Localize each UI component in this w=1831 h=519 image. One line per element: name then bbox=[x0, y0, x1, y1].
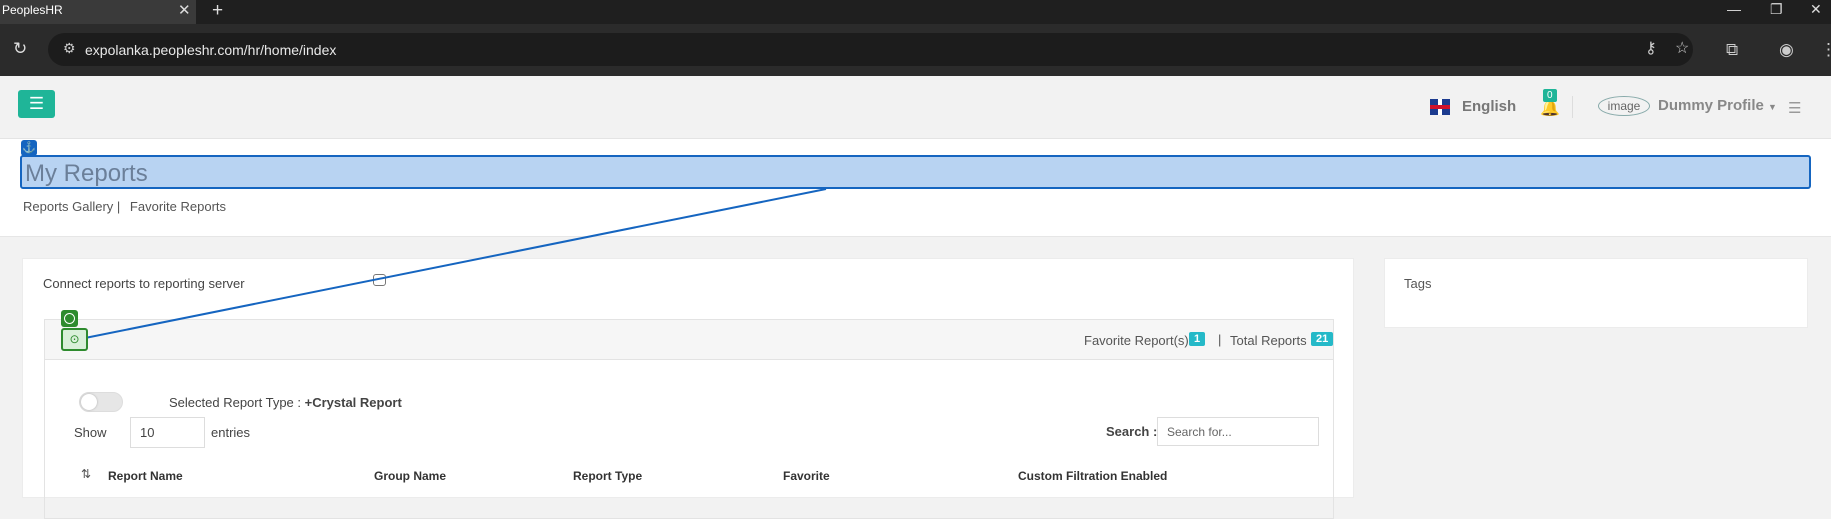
column-report-name[interactable]: Report Name bbox=[108, 469, 183, 483]
account-icon[interactable]: ◉ bbox=[1779, 40, 1794, 60]
menu-toggle-button[interactable]: ☰ bbox=[18, 90, 55, 118]
column-group-name[interactable]: Group Name bbox=[374, 469, 446, 483]
selected-title-box: My Reports bbox=[20, 155, 1811, 189]
close-window-icon[interactable]: ✕ bbox=[1810, 1, 1822, 18]
reload-icon[interactable]: ↻ bbox=[13, 39, 27, 59]
bookmark-star-icon[interactable]: ☆ bbox=[1675, 38, 1689, 58]
column-report-type[interactable]: Report Type bbox=[573, 469, 642, 483]
total-count-badge: 21 bbox=[1311, 332, 1334, 346]
tags-panel: Tags bbox=[1384, 258, 1808, 328]
browser-tab-bar: PeoplesHR ✕ + — ❐ ✕ bbox=[0, 0, 1831, 24]
selected-type-value: +Crystal Report bbox=[304, 395, 402, 410]
breadcrumb: Reports Gallery | Favorite Reports bbox=[23, 199, 232, 214]
new-tab-icon[interactable]: + bbox=[212, 0, 223, 22]
entries-label: entries bbox=[211, 425, 251, 440]
element-picker-icon: ⊙ bbox=[61, 328, 88, 351]
search-input[interactable] bbox=[1157, 417, 1319, 446]
search-label: Search : bbox=[1106, 424, 1158, 439]
password-key-icon[interactable]: ⚷ bbox=[1645, 38, 1657, 58]
summary-separator: | bbox=[1218, 332, 1222, 347]
title-area: ⚓ My Reports Reports Gallery | Favorite … bbox=[0, 139, 1831, 237]
avatar[interactable]: image bbox=[1598, 96, 1650, 116]
profile-name: Dummy Profile bbox=[1658, 97, 1764, 114]
header-divider bbox=[1572, 96, 1573, 118]
page-title: My Reports bbox=[25, 160, 148, 187]
breadcrumb-favorite-reports[interactable]: Favorite Reports bbox=[130, 199, 226, 214]
reports-table-box: Favorite Report(s) 1 | Total Reports 21 … bbox=[44, 319, 1334, 519]
selected-type-label: Selected Report Type : bbox=[169, 395, 305, 410]
selected-report-type: Selected Report Type : +Crystal Report bbox=[169, 395, 402, 410]
reports-summary-bar: Favorite Report(s) 1 | Total Reports 21 bbox=[45, 320, 1334, 360]
target-marker-icon bbox=[61, 310, 78, 327]
uk-flag-icon bbox=[1430, 99, 1450, 115]
connect-server-label: Connect reports to reporting server bbox=[43, 276, 245, 291]
connect-server-checkbox[interactable] bbox=[373, 274, 386, 286]
total-reports-label: Total Reports bbox=[1230, 333, 1307, 348]
site-info-icon[interactable]: ⚙ bbox=[63, 40, 76, 57]
favorite-count-badge: 1 bbox=[1189, 332, 1206, 346]
minimize-icon[interactable]: — bbox=[1727, 1, 1741, 17]
browser-tab[interactable]: PeoplesHR ✕ bbox=[0, 0, 196, 24]
favorite-reports-label: Favorite Report(s) bbox=[1084, 333, 1189, 348]
tags-label: Tags bbox=[1404, 276, 1432, 291]
column-custom-filtration[interactable]: Custom Filtration Enabled bbox=[1018, 469, 1167, 483]
omnibox[interactable]: ⚙ expolanka.peopleshr.com/hr/home/index … bbox=[48, 33, 1693, 66]
browser-address-bar: ↻ ⚙ expolanka.peopleshr.com/hr/home/inde… bbox=[0, 24, 1831, 76]
extensions-icon[interactable]: ⧉ bbox=[1726, 40, 1738, 60]
anchor-icon: ⚓ bbox=[21, 140, 37, 156]
chrome-menu-icon[interactable]: ⋮ bbox=[1820, 40, 1831, 60]
language-selector[interactable]: English bbox=[1462, 98, 1516, 115]
column-favorite[interactable]: Favorite bbox=[783, 469, 830, 483]
notification-badge: 0 bbox=[1543, 89, 1557, 102]
entries-select[interactable] bbox=[130, 417, 205, 448]
app-header: ☰ English 🔔 0 image Dummy Profile ▼ ☰ bbox=[0, 76, 1831, 139]
restore-icon[interactable]: ❐ bbox=[1770, 1, 1783, 18]
breadcrumb-reports-gallery[interactable]: Reports Gallery | bbox=[23, 199, 120, 214]
caret-down-icon: ▼ bbox=[1768, 102, 1777, 112]
show-label: Show bbox=[74, 425, 107, 440]
report-type-toggle[interactable] bbox=[79, 392, 123, 412]
reports-panel: Connect reports to reporting server Favo… bbox=[22, 258, 1354, 519]
url-text[interactable]: expolanka.peopleshr.com/hr/home/index bbox=[85, 42, 336, 58]
sort-icon[interactable]: ⇅ bbox=[81, 467, 91, 481]
tab-close-icon[interactable]: ✕ bbox=[178, 1, 191, 19]
sidebar-toggle-icon[interactable]: ☰ bbox=[1788, 99, 1801, 117]
tab-title: PeoplesHR bbox=[2, 3, 63, 17]
profile-menu[interactable]: Dummy Profile ▼ bbox=[1658, 97, 1777, 114]
